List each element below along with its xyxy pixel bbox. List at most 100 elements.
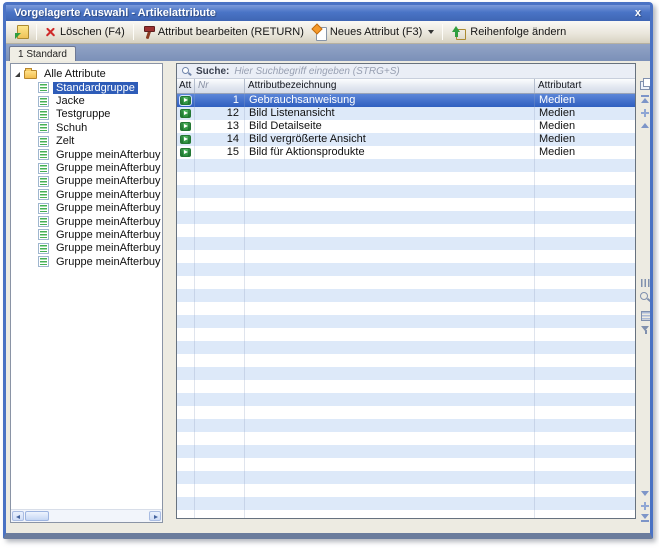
table-row[interactable] (177, 471, 635, 484)
bezeichnung-cell (245, 276, 535, 289)
nr-cell (195, 224, 245, 237)
move-down-plus-button[interactable] (639, 500, 652, 512)
bezeichnung-cell (245, 432, 535, 445)
table-row[interactable] (177, 250, 635, 263)
tree-item[interactable]: Gruppe meinAfterbuy ART00079 (11, 215, 162, 228)
tree-expand-icon[interactable] (15, 72, 20, 77)
tree-item[interactable]: Gruppe meinAfterbuy ART00080 (11, 228, 162, 241)
search-bar[interactable]: Suche: Hier Suchbegriff eingeben (STRG+S… (177, 64, 635, 79)
scroll-left-button[interactable] (12, 511, 24, 521)
titlebar[interactable]: Vorgelagerte Auswahl - Artikelattribute … (6, 5, 650, 21)
table-row[interactable] (177, 406, 635, 419)
nr-cell (195, 510, 245, 518)
window-title: Vorgelagerte Auswahl - Artikelattribute (14, 7, 216, 19)
table-row[interactable] (177, 172, 635, 185)
att-cell (177, 250, 195, 263)
table-row[interactable] (177, 380, 635, 393)
tree-item[interactable]: Gruppe meinAfterbuy ART00073 (11, 148, 162, 161)
table-row[interactable] (177, 497, 635, 510)
tree-root-alle-attribute[interactable]: Alle Attribute (11, 67, 162, 81)
delete-button[interactable]: Löschen (F4) (40, 24, 130, 40)
table-row[interactable]: 14 Bild vergrößerte Ansicht Medien (177, 133, 635, 146)
edit-attribute-button[interactable]: Attribut bearbeiten (RETURN) (137, 24, 309, 41)
table-row[interactable] (177, 432, 635, 445)
column-header-nr[interactable]: Nr (195, 79, 245, 93)
scrollbar-thumb[interactable] (25, 511, 49, 521)
columns-button[interactable] (639, 277, 652, 289)
tree-item-label: Testgruppe (53, 108, 113, 120)
scroll-right-button[interactable] (149, 511, 161, 521)
table-row[interactable] (177, 419, 635, 432)
column-header-attributart[interactable]: Attributart (535, 79, 635, 93)
tree-item[interactable]: Gruppe meinAfterbuy ART00082 (11, 255, 162, 268)
apply-button[interactable] (10, 23, 33, 41)
scroll-down-button[interactable] (639, 488, 652, 500)
art-cell (535, 172, 635, 185)
reorder-button[interactable]: Reihenfolge ändern (446, 24, 571, 41)
tree-item[interactable]: Standardgruppe (11, 81, 162, 94)
tree-item[interactable]: Gruppe meinAfterbuy ART00075 (11, 175, 162, 188)
table-row[interactable] (177, 159, 635, 172)
filter-button[interactable] (639, 324, 652, 336)
media-icon (180, 122, 191, 131)
tree-item[interactable]: Gruppe meinAfterbuy ART00081 (11, 242, 162, 255)
tree-item-label: Jacke (53, 95, 88, 107)
tree-horizontal-scrollbar[interactable] (11, 509, 162, 522)
nr-cell (195, 445, 245, 458)
column-header-att[interactable]: Att (177, 79, 195, 93)
column-chooser-button[interactable] (639, 78, 652, 90)
scroll-last-button[interactable] (639, 512, 652, 524)
table-row[interactable] (177, 276, 635, 289)
table-row[interactable] (177, 224, 635, 237)
tree-item-label: Gruppe meinAfterbuy ART00074 (53, 162, 163, 174)
table-row[interactable] (177, 185, 635, 198)
move-up-plus-button[interactable] (639, 107, 652, 119)
scroll-up-button[interactable] (639, 120, 652, 132)
att-cell (177, 94, 195, 107)
table-row[interactable] (177, 328, 635, 341)
table-row[interactable]: 13 Bild Detailseite Medien (177, 120, 635, 133)
tree-item[interactable]: Gruppe meinAfterbuy ART00078 (11, 202, 162, 215)
table-row[interactable] (177, 458, 635, 471)
tree-item[interactable]: Schuh (11, 121, 162, 134)
table-row[interactable] (177, 198, 635, 211)
row-details-button[interactable] (639, 309, 652, 321)
tree-item[interactable]: Jacke (11, 94, 162, 107)
bezeichnung-cell (245, 185, 535, 198)
table-row[interactable] (177, 263, 635, 276)
table-row[interactable] (177, 289, 635, 302)
table-row[interactable] (177, 302, 635, 315)
table-row[interactable] (177, 237, 635, 250)
zoom-button[interactable] (639, 291, 652, 303)
nr-cell (195, 211, 245, 224)
bezeichnung-cell (245, 159, 535, 172)
table-row[interactable] (177, 341, 635, 354)
table-row[interactable]: 1 Gebrauchsanweisung Medien (177, 94, 635, 107)
table-row[interactable] (177, 445, 635, 458)
nr-cell: 1 (195, 94, 245, 107)
table-row[interactable] (177, 393, 635, 406)
tree-item[interactable]: Zelt (11, 135, 162, 148)
table-row[interactable] (177, 315, 635, 328)
tab-standard[interactable]: 1 Standard (9, 46, 76, 62)
close-button[interactable]: x (632, 7, 644, 19)
scroll-first-button[interactable] (639, 94, 652, 106)
table-row[interactable] (177, 510, 635, 518)
table-row[interactable]: 12 Bild Listenansicht Medien (177, 107, 635, 120)
table-row[interactable] (177, 484, 635, 497)
dropdown-arrow-icon[interactable] (428, 30, 434, 34)
attribute-list-icon (38, 176, 49, 187)
screen: Vorgelagerte Auswahl - Artikelattribute … (0, 0, 659, 548)
table-row[interactable]: 15 Bild für Aktionsprodukte Medien (177, 146, 635, 159)
attribute-group-tree-panel: Alle Attribute Standardgruppe Jacke Test… (10, 63, 163, 523)
tree-item-label: Gruppe meinAfterbuy ART00073 (53, 149, 163, 161)
column-header-attributbezeichnung[interactable]: Attributbezeichnung (245, 79, 535, 93)
tree-item[interactable]: Gruppe meinAfterbuy ART00076 (11, 188, 162, 201)
table-row[interactable] (177, 354, 635, 367)
att-cell (177, 328, 195, 341)
new-attribute-button[interactable]: Neues Attribut (F3) (309, 24, 439, 41)
table-row[interactable] (177, 367, 635, 380)
tree-item[interactable]: Gruppe meinAfterbuy ART00074 (11, 161, 162, 174)
tree-item[interactable]: Testgruppe (11, 108, 162, 121)
table-row[interactable] (177, 211, 635, 224)
